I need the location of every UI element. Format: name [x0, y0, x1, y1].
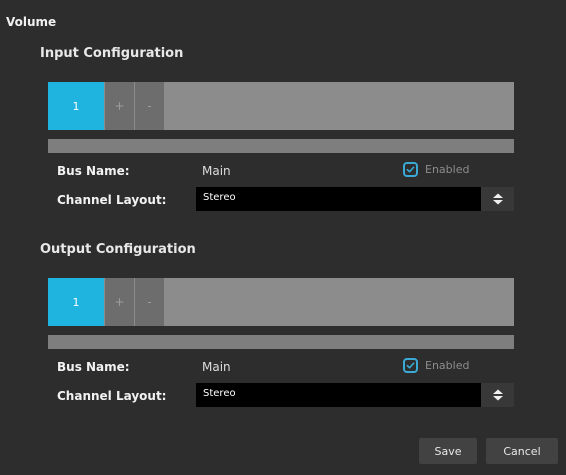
input-channel-layout-label: Channel Layout: [57, 193, 167, 207]
output-enabled-label: Enabled [425, 359, 470, 372]
input-bus-name-label: Bus Name: [57, 164, 130, 178]
input-enabled-toggle[interactable]: Enabled [403, 162, 469, 177]
input-add-bus-button[interactable]: + [105, 82, 134, 130]
input-channel-layout-value: Stereo [203, 192, 236, 203]
volume-dialog: Volume Input Configuration 1 + - Bus Nam… [0, 0, 566, 475]
output-bus-strip [48, 335, 514, 349]
input-enabled-label: Enabled [425, 163, 470, 176]
input-channel-layout-select[interactable]: Stereo [196, 187, 514, 211]
input-bus-tabbar: 1 + - [48, 82, 514, 130]
save-button[interactable]: Save [419, 438, 477, 464]
input-remove-bus-button[interactable]: - [135, 82, 164, 130]
output-remove-bus-button[interactable]: - [135, 278, 164, 326]
output-enabled-toggle[interactable]: Enabled [403, 358, 469, 373]
input-bus-strip [48, 139, 514, 153]
input-bus-tab-1[interactable]: 1 [48, 82, 104, 130]
output-channel-layout-value: Stereo [203, 388, 236, 399]
checkmark-icon[interactable] [403, 358, 418, 373]
up-down-arrows-icon[interactable] [481, 187, 514, 211]
output-add-bus-button[interactable]: + [105, 278, 134, 326]
up-down-arrows-icon[interactable] [481, 383, 514, 407]
checkmark-icon[interactable] [403, 162, 418, 177]
output-channel-layout-label: Channel Layout: [57, 389, 167, 403]
input-bus-name-value: Main [202, 164, 231, 178]
output-channel-layout-select[interactable]: Stereo [196, 383, 514, 407]
input-configuration-title: Input Configuration [40, 46, 184, 61]
output-bus-tabbar: 1 + - [48, 278, 514, 326]
output-bus-name-label: Bus Name: [57, 360, 130, 374]
output-bus-name-value: Main [202, 360, 231, 374]
output-bus-tab-1[interactable]: 1 [48, 278, 104, 326]
output-configuration-title: Output Configuration [40, 242, 196, 257]
dialog-title: Volume [6, 15, 57, 29]
cancel-button[interactable]: Cancel [486, 438, 558, 464]
